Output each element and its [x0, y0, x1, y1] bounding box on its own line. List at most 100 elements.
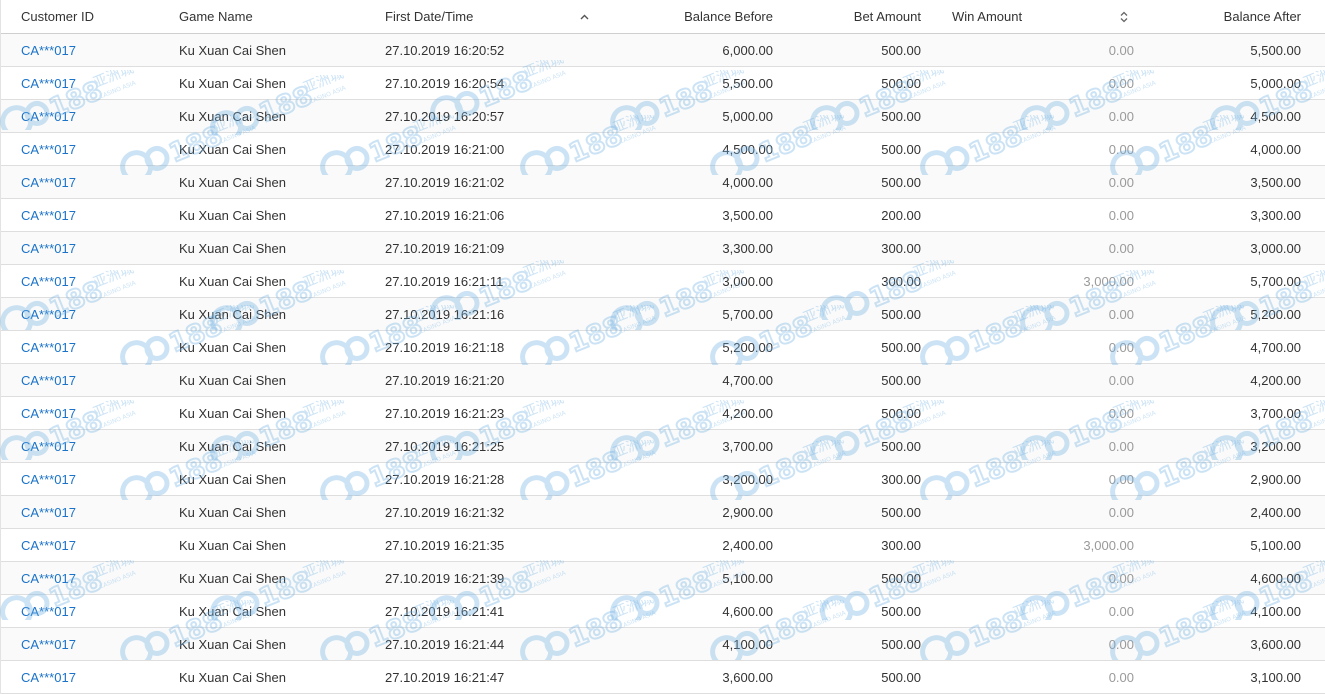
- datetime-cell: 27.10.2019 16:21:06: [385, 207, 505, 223]
- game-name-cell: Ku Xuan Cai Shen: [179, 240, 286, 256]
- balance-after-cell: 3,000.00: [1250, 240, 1301, 256]
- header-first-datetime[interactable]: First Date/Time: [385, 0, 473, 33]
- bet-amount-cell: 500.00: [881, 108, 921, 124]
- header-customer-id[interactable]: Customer ID: [21, 0, 94, 33]
- game-name-cell: Ku Xuan Cai Shen: [179, 504, 286, 520]
- header-balance-after[interactable]: Balance After: [1224, 0, 1301, 33]
- header-balance-before[interactable]: Balance Before: [684, 0, 773, 33]
- datetime-cell: 27.10.2019 16:21:32: [385, 504, 505, 520]
- header-bet-amount[interactable]: Bet Amount: [854, 0, 921, 33]
- balance-before-cell: 3,500.00: [722, 207, 773, 223]
- customer-id-link[interactable]: CA***017: [21, 430, 76, 462]
- win-amount-cell: 0.00: [1108, 570, 1134, 586]
- table-row: CA***017 Ku Xuan Cai Shen 27.10.2019 16:21…: [1, 232, 1325, 265]
- win-amount-cell: 0.00: [1108, 669, 1134, 685]
- win-amount-cell: 0.00: [1108, 174, 1134, 190]
- game-name-cell: Ku Xuan Cai Shen: [179, 636, 286, 652]
- table-row: CA***017 Ku Xuan Cai Shen 27.10.2019 16:21…: [1, 364, 1325, 397]
- table-row: CA***017 Ku Xuan Cai Shen 27.10.2019 16:21…: [1, 298, 1325, 331]
- bet-amount-cell: 500.00: [881, 372, 921, 388]
- game-name-cell: Ku Xuan Cai Shen: [179, 405, 286, 421]
- customer-id-link[interactable]: CA***017: [21, 100, 76, 132]
- customer-id-link[interactable]: CA***017: [21, 496, 76, 528]
- balance-before-cell: 4,200.00: [722, 405, 773, 421]
- balance-before-cell: 4,100.00: [722, 636, 773, 652]
- sort-ascending-icon[interactable]: [580, 0, 589, 33]
- customer-id-link[interactable]: CA***017: [21, 562, 76, 594]
- balance-before-cell: 5,200.00: [722, 339, 773, 355]
- customer-id-link[interactable]: CA***017: [21, 199, 76, 231]
- balance-after-cell: 4,700.00: [1250, 339, 1301, 355]
- table-row: CA***017 Ku Xuan Cai Shen 27.10.2019 16:20…: [1, 34, 1325, 67]
- balance-before-cell: 5,700.00: [722, 306, 773, 322]
- game-name-cell: Ku Xuan Cai Shen: [179, 438, 286, 454]
- balance-after-cell: 4,000.00: [1250, 141, 1301, 157]
- customer-id-link[interactable]: CA***017: [21, 133, 76, 165]
- bet-amount-cell: 500.00: [881, 174, 921, 190]
- balance-after-cell: 3,100.00: [1250, 669, 1301, 685]
- game-name-cell: Ku Xuan Cai Shen: [179, 570, 286, 586]
- game-name-cell: Ku Xuan Cai Shen: [179, 42, 286, 58]
- customer-id-link[interactable]: CA***017: [21, 529, 76, 561]
- customer-id-link[interactable]: CA***017: [21, 232, 76, 264]
- table-body: CA***017 Ku Xuan Cai Shen 27.10.2019 16:20…: [1, 34, 1325, 694]
- datetime-cell: 27.10.2019 16:21:18: [385, 339, 505, 355]
- customer-id-link[interactable]: CA***017: [21, 166, 76, 198]
- datetime-cell: 27.10.2019 16:20:57: [385, 108, 505, 124]
- balance-after-cell: 5,500.00: [1250, 42, 1301, 58]
- customer-id-link[interactable]: CA***017: [21, 34, 76, 66]
- balance-after-cell: 3,200.00: [1250, 438, 1301, 454]
- game-name-cell: Ku Xuan Cai Shen: [179, 75, 286, 91]
- bet-amount-cell: 500.00: [881, 570, 921, 586]
- balance-after-cell: 2,900.00: [1250, 471, 1301, 487]
- customer-id-link[interactable]: CA***017: [21, 265, 76, 297]
- win-amount-cell: 0.00: [1108, 471, 1134, 487]
- game-name-cell: Ku Xuan Cai Shen: [179, 339, 286, 355]
- balance-after-cell: 4,500.00: [1250, 108, 1301, 124]
- bet-amount-cell: 500.00: [881, 75, 921, 91]
- balance-after-cell: 3,700.00: [1250, 405, 1301, 421]
- balance-before-cell: 5,100.00: [722, 570, 773, 586]
- bet-amount-cell: 300.00: [881, 240, 921, 256]
- balance-before-cell: 4,000.00: [722, 174, 773, 190]
- table-row: CA***017 Ku Xuan Cai Shen 27.10.2019 16:21…: [1, 628, 1325, 661]
- balance-after-cell: 3,500.00: [1250, 174, 1301, 190]
- customer-id-link[interactable]: CA***017: [21, 595, 76, 627]
- bet-amount-cell: 200.00: [881, 207, 921, 223]
- table-row: CA***017 Ku Xuan Cai Shen 27.10.2019 16:21…: [1, 166, 1325, 199]
- customer-id-link[interactable]: CA***017: [21, 661, 76, 693]
- table-row: CA***017 Ku Xuan Cai Shen 27.10.2019 16:20…: [1, 67, 1325, 100]
- bet-amount-cell: 500.00: [881, 669, 921, 685]
- balance-before-cell: 4,500.00: [722, 141, 773, 157]
- win-amount-cell: 0.00: [1108, 372, 1134, 388]
- win-amount-cell: 3,000.00: [1083, 537, 1134, 553]
- table-row: CA***017 Ku Xuan Cai Shen 27.10.2019 16:21…: [1, 595, 1325, 628]
- customer-id-link[interactable]: CA***017: [21, 628, 76, 660]
- bet-amount-cell: 300.00: [881, 537, 921, 553]
- customer-id-link[interactable]: CA***017: [21, 67, 76, 99]
- datetime-cell: 27.10.2019 16:21:41: [385, 603, 505, 619]
- win-amount-cell: 0.00: [1108, 207, 1134, 223]
- datetime-cell: 27.10.2019 16:21:39: [385, 570, 505, 586]
- bet-amount-cell: 500.00: [881, 339, 921, 355]
- balance-after-cell: 5,700.00: [1250, 273, 1301, 289]
- header-win-amount[interactable]: Win Amount: [952, 0, 1022, 33]
- balance-before-cell: 5,000.00: [722, 108, 773, 124]
- game-name-cell: Ku Xuan Cai Shen: [179, 471, 286, 487]
- bet-amount-cell: 500.00: [881, 405, 921, 421]
- win-amount-cell: 0.00: [1108, 42, 1134, 58]
- datetime-cell: 27.10.2019 16:21:02: [385, 174, 505, 190]
- win-amount-cell: 0.00: [1108, 405, 1134, 421]
- customer-id-link[interactable]: CA***017: [21, 397, 76, 429]
- sort-both-icon[interactable]: [1119, 0, 1129, 33]
- balance-before-cell: 3,600.00: [722, 669, 773, 685]
- table-row: CA***017 Ku Xuan Cai Shen 27.10.2019 16:21…: [1, 661, 1325, 694]
- table-header-row: Customer ID Game Name First Date/Time Ba…: [1, 0, 1325, 34]
- win-amount-cell: 0.00: [1108, 306, 1134, 322]
- customer-id-link[interactable]: CA***017: [21, 331, 76, 363]
- bet-amount-cell: 500.00: [881, 141, 921, 157]
- header-game-name[interactable]: Game Name: [179, 0, 253, 33]
- customer-id-link[interactable]: CA***017: [21, 364, 76, 396]
- customer-id-link[interactable]: CA***017: [21, 463, 76, 495]
- customer-id-link[interactable]: CA***017: [21, 298, 76, 330]
